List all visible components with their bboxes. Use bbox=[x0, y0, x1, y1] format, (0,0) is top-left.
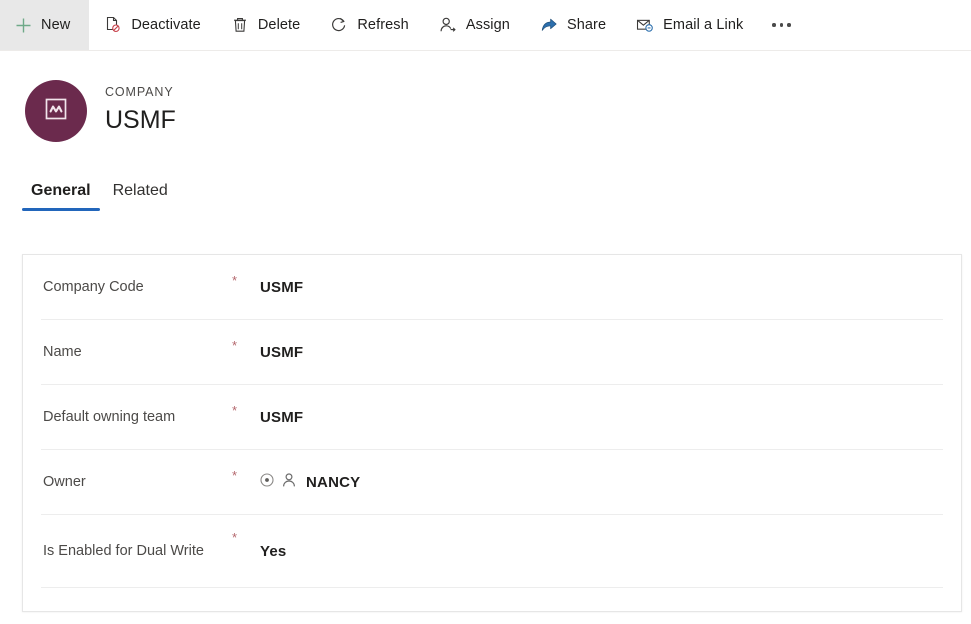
general-tab-form-card: Company Code * USMF Name * USMF Default … bbox=[22, 254, 962, 612]
tab-related[interactable]: Related bbox=[102, 181, 179, 211]
deactivate-button[interactable]: Deactivate bbox=[89, 0, 216, 50]
required-marker: * bbox=[232, 468, 238, 483]
field-default-owning-team-label: Default owning team bbox=[43, 408, 176, 425]
refresh-button[interactable]: Refresh bbox=[315, 0, 423, 50]
field-owner-label: Owner bbox=[43, 473, 86, 490]
field-is-enabled-for-dual-write[interactable]: Is Enabled for Dual Write * Yes bbox=[41, 515, 943, 588]
delete-button[interactable]: Delete bbox=[216, 0, 316, 50]
email-a-link-button[interactable]: Email a Link bbox=[621, 0, 758, 50]
field-name[interactable]: Name * USMF bbox=[41, 320, 943, 385]
field-company-code-value: USMF bbox=[260, 278, 304, 296]
required-marker: * bbox=[232, 530, 238, 545]
form-field-list: Company Code * USMF Name * USMF Default … bbox=[23, 255, 961, 588]
field-default-owning-team-value: USMF bbox=[260, 408, 304, 426]
field-company-code[interactable]: Company Code * USMF bbox=[41, 255, 943, 320]
page-title: USMF bbox=[105, 106, 176, 135]
avatar bbox=[25, 80, 87, 142]
overflow-menu-button[interactable] bbox=[758, 0, 805, 50]
deactivate-icon bbox=[104, 16, 122, 34]
field-is-enabled-for-dual-write-value: Yes bbox=[260, 542, 287, 560]
deactivate-button-label: Deactivate bbox=[131, 16, 201, 33]
required-marker: * bbox=[232, 403, 238, 418]
field-default-owning-team[interactable]: Default owning team * USMF bbox=[41, 385, 943, 450]
assign-user-icon bbox=[439, 16, 457, 34]
tab-general[interactable]: General bbox=[20, 181, 102, 211]
owner-lookup-icons bbox=[260, 472, 297, 492]
field-name-label: Name bbox=[43, 343, 82, 360]
tab-strip: General Related bbox=[0, 181, 971, 211]
refresh-icon bbox=[330, 16, 348, 34]
entity-type-label: COMPANY bbox=[105, 84, 174, 99]
email-link-icon bbox=[636, 16, 654, 34]
record-header: COMPANY USMF bbox=[0, 51, 971, 142]
person-icon bbox=[281, 472, 297, 492]
share-button-label: Share bbox=[566, 16, 607, 33]
company-entity-icon bbox=[43, 96, 69, 127]
field-name-value: USMF bbox=[260, 343, 304, 361]
share-icon bbox=[540, 16, 558, 34]
command-bar: New Deactivate Delete Refresh Assign Sha… bbox=[0, 0, 971, 51]
field-owner[interactable]: Owner * NANCY bbox=[41, 450, 943, 515]
field-owner-value: NANCY bbox=[306, 473, 361, 491]
tab-related-label: Related bbox=[112, 182, 168, 199]
field-company-code-label: Company Code bbox=[43, 278, 144, 295]
field-is-enabled-for-dual-write-label: Is Enabled for Dual Write bbox=[43, 542, 204, 559]
record-titles: COMPANY USMF bbox=[105, 84, 176, 139]
tab-general-label: General bbox=[31, 182, 91, 199]
required-marker: * bbox=[232, 273, 238, 288]
assign-button-label: Assign bbox=[465, 16, 510, 33]
refresh-button-label: Refresh bbox=[357, 16, 409, 33]
trash-icon bbox=[231, 16, 249, 34]
ellipsis-icon bbox=[772, 23, 791, 27]
delete-button-label: Delete bbox=[257, 16, 301, 33]
email-a-link-button-label: Email a Link bbox=[663, 16, 744, 33]
assign-button[interactable]: Assign bbox=[424, 0, 525, 50]
field-owner-value-group: NANCY bbox=[260, 472, 360, 492]
required-marker: * bbox=[232, 338, 238, 353]
tab-active-indicator bbox=[22, 207, 100, 211]
new-button-label: New bbox=[41, 16, 71, 33]
record-status-icon bbox=[260, 473, 274, 491]
plus-icon bbox=[14, 16, 32, 34]
share-button[interactable]: Share bbox=[525, 0, 621, 50]
new-button[interactable]: New bbox=[0, 0, 90, 50]
